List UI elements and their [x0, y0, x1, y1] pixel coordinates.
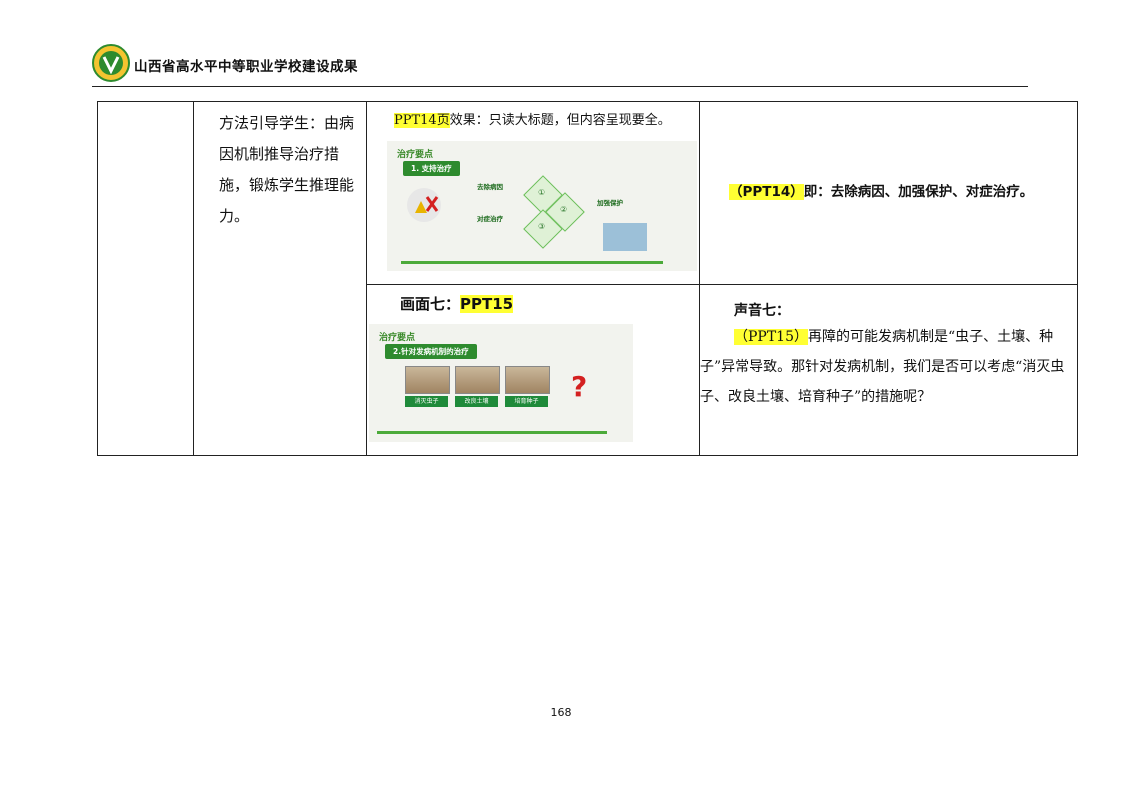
slide-ppt14: 治疗要点 1. 支持治疗 去除病因 加强保护 对症治疗 ① ② ③: [387, 141, 697, 271]
ppt15-cell: 画面七：PPT15 治疗要点 2.针对发病机制的治疗 消灭虫子 改良土壤 培育种…: [366, 284, 700, 456]
warning-icon: [407, 188, 441, 222]
sound-paragraph: （PPT15）再障的可能发病机制是“虫子、土壤、种子”异常导致。那针对发病机制，…: [700, 320, 1077, 412]
school-emblem-icon: [92, 44, 130, 82]
num-2: ②: [560, 205, 568, 214]
num-1: ①: [538, 188, 546, 197]
ppt15-caption: 画面七：PPT15: [367, 285, 699, 314]
question-mark-icon: ?: [571, 370, 588, 403]
slide-rule: [401, 261, 663, 264]
method-text: 方法引导学生：由病因机制推导治疗措施，锻炼学生推理能力。: [219, 114, 355, 225]
ppt14-cell: PPT14页效果：只读大标题，但内容呈现要全。 治疗要点 1. 支持治疗 去除病…: [366, 101, 700, 285]
empty-cell: [97, 101, 194, 456]
slide-subtitle: 1. 支持治疗: [403, 161, 460, 176]
ppt14-highlight: PPT14页: [394, 113, 450, 128]
sound-cell: 声音七： （PPT15）再障的可能发病机制是“虫子、土壤、种子”异常导致。那针对…: [699, 284, 1078, 456]
ppt14-answer: （PPT14）即：去除病因、加强保护、对症治疗。: [700, 102, 1077, 200]
answer-highlight: （PPT14）: [729, 184, 804, 200]
item-protection: 加强保护: [597, 199, 623, 207]
photo-soil: [455, 366, 500, 394]
slide-title: 治疗要点: [379, 333, 416, 343]
frame-label: 画面七：: [400, 295, 461, 313]
ppt14-caption: PPT14页效果：只读大标题，但内容呈现要全。: [367, 102, 699, 131]
sound-highlight: （PPT15）: [734, 329, 808, 345]
slide-rule: [377, 431, 607, 434]
slide-subtitle: 2.针对发病机制的治疗: [385, 344, 477, 359]
item-remove-cause: 去除病因: [477, 183, 503, 191]
slide-ppt15: 治疗要点 2.针对发病机制的治疗 消灭虫子 改良土壤 培育种子 ?: [369, 324, 633, 442]
lesson-table: 方法引导学生：由病因机制推导治疗措施，锻炼学生推理能力。 PPT14页效果：只读…: [97, 101, 1078, 456]
ppt14-answer-cell: （PPT14）即：去除病因、加强保护、对症治疗。: [699, 101, 1078, 285]
ppt15-highlight: PPT15: [460, 295, 514, 313]
photo-worms: [405, 366, 450, 394]
label-kill-worms: 消灭虫子: [405, 396, 448, 407]
photo-seed: [505, 366, 550, 394]
label-cultivate-seed: 培育种子: [505, 396, 548, 407]
method-cell: 方法引导学生：由病因机制推导治疗措施，锻炼学生推理能力。: [193, 101, 367, 456]
care-photo: [603, 223, 647, 251]
page-number: 168: [550, 706, 572, 719]
ppt14-caption-text: 效果：只读大标题，但内容呈现要全。: [449, 113, 671, 128]
label-improve-soil: 改良土壤: [455, 396, 498, 407]
sound-title: 声音七：: [734, 303, 790, 319]
page-header: 山西省高水平中等职业学校建设成果: [92, 44, 1028, 87]
answer-text: 即：去除病因、加强保护、对症治疗。: [803, 184, 1034, 200]
header-title: 山西省高水平中等职业学校建设成果: [134, 59, 358, 75]
num-3: ③: [538, 222, 546, 231]
item-symptomatic: 对症治疗: [477, 215, 503, 223]
slide-title: 治疗要点: [397, 150, 434, 160]
